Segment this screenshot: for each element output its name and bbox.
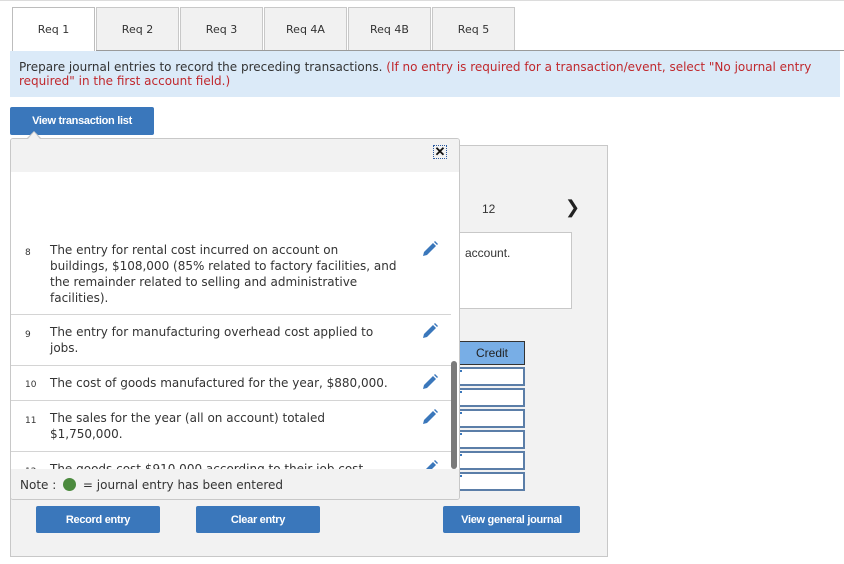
- record-entry-button[interactable]: Record entry: [36, 506, 160, 533]
- popup-scrollbar[interactable]: [451, 361, 457, 469]
- transaction-number: 11: [25, 416, 37, 426]
- tab-req-4a[interactable]: Req 4A: [264, 7, 347, 51]
- transaction-description-text: account.: [465, 246, 511, 260]
- credit-input[interactable]: [459, 388, 525, 407]
- transaction-number: 8: [25, 248, 31, 258]
- transaction-text: The sales for the year (all on account) …: [50, 411, 325, 441]
- close-icon[interactable]: ✕: [433, 145, 447, 159]
- clear-entry-button[interactable]: Clear entry: [196, 506, 320, 533]
- transaction-number: 10: [25, 380, 37, 390]
- list-item[interactable]: 8 The entry for rental cost incurred on …: [11, 208, 451, 315]
- credit-input[interactable]: [459, 430, 525, 449]
- credit-input[interactable]: [459, 409, 525, 428]
- list-item[interactable]: 9 The entry for manufacturing overhead c…: [11, 315, 451, 366]
- list-item[interactable]: 11 The sales for the year (all on accoun…: [11, 401, 451, 452]
- chevron-right-icon[interactable]: ❯: [565, 197, 580, 218]
- popup-header: ✕: [11, 139, 459, 172]
- tab-req-1[interactable]: Req 1: [12, 7, 95, 51]
- entered-indicator-icon: [63, 478, 77, 491]
- note-label: Note :: [20, 478, 57, 492]
- instructions-banner: Prepare journal entries to record the pr…: [10, 51, 840, 97]
- pencil-icon[interactable]: [421, 322, 439, 340]
- transaction-text: The cost of goods manufactured for the y…: [50, 376, 388, 390]
- tab-req-3[interactable]: Req 3: [180, 7, 263, 51]
- pencil-icon[interactable]: [421, 408, 439, 426]
- credit-header: Credit: [459, 341, 525, 365]
- transaction-text: The entry for manufacturing overhead cos…: [50, 325, 374, 355]
- tab-req-5[interactable]: Req 5: [432, 7, 515, 51]
- tab-req-4b[interactable]: Req 4B: [348, 7, 431, 51]
- top-divider: [0, 0, 844, 1]
- popup-pointer-inner: [28, 132, 40, 139]
- instructions-text: Prepare journal entries to record the pr…: [19, 60, 387, 74]
- list-item[interactable]: 10 The cost of goods manufactured for th…: [11, 366, 451, 401]
- credit-column: Credit: [459, 341, 525, 491]
- credit-input[interactable]: [459, 472, 525, 491]
- requirement-tabs: Req 1 Req 2 Req 3 Req 4A Req 4B Req 5: [12, 7, 516, 51]
- tab-req-2[interactable]: Req 2: [96, 7, 179, 51]
- transaction-text: The entry for rental cost incurred on ac…: [50, 243, 397, 305]
- pencil-icon[interactable]: [421, 240, 439, 258]
- pencil-icon[interactable]: [421, 373, 439, 391]
- view-general-journal-button[interactable]: View general journal: [443, 506, 580, 533]
- transaction-number: 9: [25, 330, 31, 340]
- credit-input[interactable]: [459, 451, 525, 470]
- note-text: = journal entry has been entered: [82, 478, 284, 492]
- transaction-number: 12: [482, 202, 496, 216]
- transaction-list-popup: ✕ 8 The entry for rental cost incurred o…: [10, 138, 460, 500]
- credit-input[interactable]: [459, 367, 525, 386]
- legend-note: Note : = journal entry has been entered: [11, 469, 459, 499]
